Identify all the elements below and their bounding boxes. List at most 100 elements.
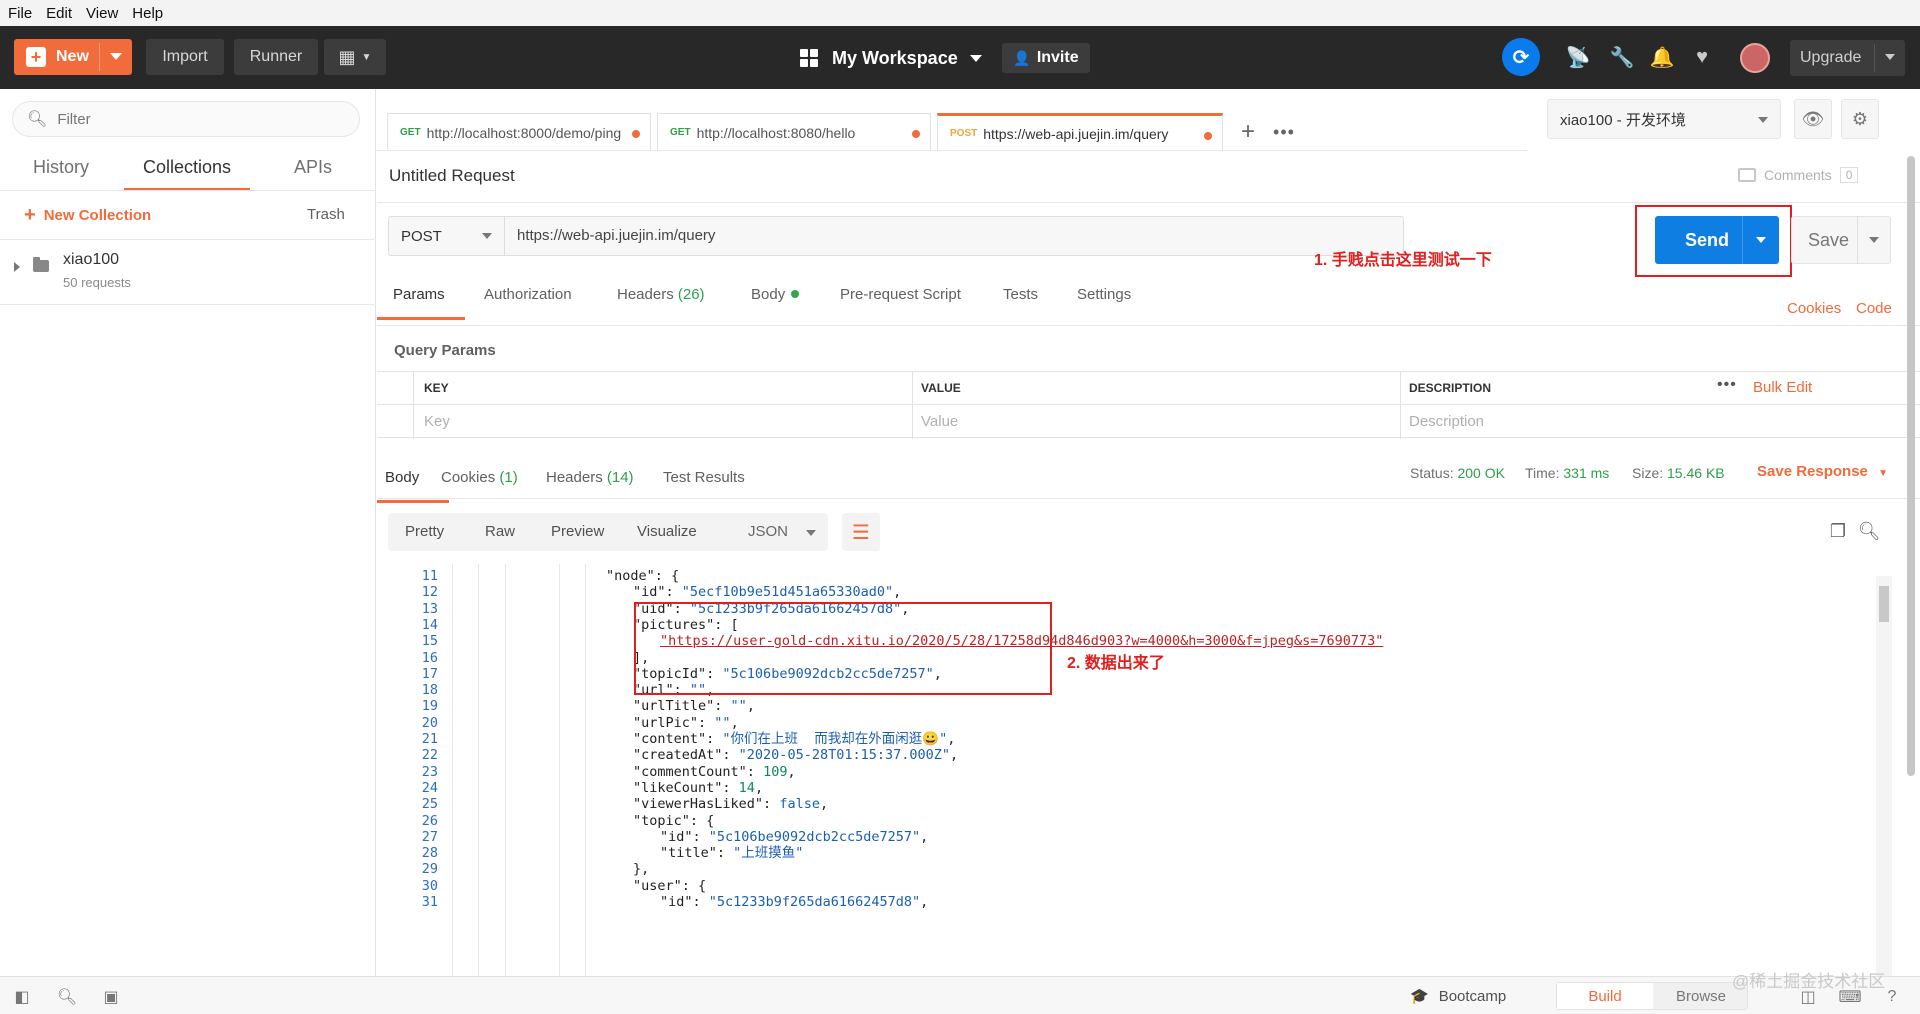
save-button[interactable]: Save: [1791, 216, 1891, 264]
expand-icon[interactable]: [14, 262, 20, 272]
bootcamp-button[interactable]: 🎓 Bootcamp: [1410, 987, 1507, 1006]
param-description-input[interactable]: Description: [1409, 413, 1484, 430]
tab-tests[interactable]: Tests: [1003, 286, 1038, 320]
wrap-lines-icon[interactable]: ☰: [842, 513, 880, 551]
more-icon[interactable]: •••: [1267, 115, 1301, 149]
invite-button[interactable]: 👤 Invite: [1002, 43, 1090, 73]
copy-icon[interactable]: ❐: [1826, 519, 1850, 543]
tab-apis[interactable]: APIs: [294, 151, 332, 191]
method-badge: GET: [400, 127, 421, 138]
tab-history[interactable]: History: [33, 151, 89, 191]
trash-link[interactable]: Trash: [307, 206, 345, 223]
menu-edit[interactable]: Edit: [46, 5, 72, 22]
request-tab-url: https://web-api.juejin.im/query: [983, 125, 1169, 142]
bell-icon[interactable]: 🔔: [1649, 44, 1675, 70]
response-code-view[interactable]: 11 "node": {12 "id": "5ecf10b9e51d451a6533…: [388, 564, 1878, 976]
format-visualize[interactable]: Visualize: [637, 523, 697, 540]
format-raw[interactable]: Raw: [485, 523, 515, 540]
menu-file[interactable]: File: [8, 5, 32, 22]
tab-authorization[interactable]: Authorization: [484, 286, 572, 320]
workspace-label: My Workspace: [832, 47, 958, 68]
response-size: Size: 15.46 KB: [1632, 465, 1725, 481]
param-key-input[interactable]: Key: [424, 413, 450, 430]
sync-icon[interactable]: ⟳: [1502, 38, 1540, 76]
format-pretty[interactable]: Pretty: [405, 523, 444, 540]
request-tab-url: http://localhost:8080/hello: [696, 124, 856, 141]
heart-icon[interactable]: ♥: [1689, 44, 1715, 70]
chevron-down-icon[interactable]: [1869, 237, 1879, 243]
import-button[interactable]: Import: [146, 39, 224, 75]
tab-collections[interactable]: Collections: [124, 151, 250, 191]
tab-body[interactable]: Body: [751, 286, 800, 320]
request-tab[interactable]: GET http://localhost:8080/hello: [657, 113, 931, 151]
filter-input[interactable]: [57, 110, 338, 128]
request-subtabs: Params Authorization Headers (26) Body P…: [377, 286, 1920, 320]
chevron-down-icon[interactable]: [1756, 237, 1766, 243]
eye-icon[interactable]: 👁︎: [1794, 99, 1832, 139]
chevron-down-icon[interactable]: [1885, 54, 1895, 60]
avatar[interactable]: [1740, 43, 1770, 73]
environment-selector[interactable]: xiao100 - 开发环境: [1547, 99, 1781, 139]
more-icon[interactable]: •••: [1717, 376, 1737, 394]
tab-headers[interactable]: Headers (26): [617, 286, 705, 320]
collection-item[interactable]: xiao100 50 requests: [0, 239, 376, 305]
new-dropdown-icon[interactable]: [110, 53, 122, 60]
menu-help[interactable]: Help: [132, 5, 163, 22]
chevron-down-icon: ▼: [1878, 468, 1888, 479]
tab-prerequest-script[interactable]: Pre-request Script: [840, 286, 961, 320]
comments-button[interactable]: Comments 0: [1738, 167, 1859, 183]
request-tab-active[interactable]: POST https://web-api.juejin.im/query: [937, 113, 1223, 151]
chevron-down-icon: [482, 233, 492, 239]
wrench-icon[interactable]: 🔧: [1609, 44, 1635, 70]
find-icon[interactable]: 🔍︎: [57, 987, 77, 1007]
satellite-icon[interactable]: 📡: [1565, 44, 1591, 70]
search-icon[interactable]: 🔍︎: [1857, 519, 1881, 543]
main-scrollbar[interactable]: [1907, 156, 1915, 776]
bootcamp-label: Bootcamp: [1438, 987, 1507, 1005]
tab-params[interactable]: Params: [377, 286, 465, 320]
status-dot: [791, 290, 800, 298]
annotation-box-data: [634, 602, 1052, 695]
save-response-button[interactable]: Save Response ▼: [1757, 463, 1888, 480]
cookies-link[interactable]: Cookies: [1787, 300, 1841, 317]
upgrade-button[interactable]: Upgrade: [1790, 40, 1905, 76]
invite-label: Invite: [1036, 49, 1079, 66]
tab-settings[interactable]: Settings: [1077, 286, 1131, 320]
sidebar-toggle-icon[interactable]: ◧: [12, 987, 32, 1007]
method-badge: GET: [670, 127, 691, 138]
format-type-select[interactable]: JSON: [736, 513, 828, 551]
request-tab-url: http://localhost:8000/demo/ping: [426, 124, 622, 141]
format-preview[interactable]: Preview: [551, 523, 604, 540]
column-header-description: DESCRIPTION: [1409, 381, 1492, 395]
menu-view[interactable]: View: [86, 5, 118, 22]
url-input[interactable]: https://web-api.juejin.im/query: [517, 227, 715, 244]
add-user-icon: 👤: [1013, 49, 1031, 66]
runner-button[interactable]: Runner: [234, 39, 318, 75]
environment-label: xiao100 - 开发环境: [1560, 111, 1686, 129]
console-icon[interactable]: ▣: [101, 987, 121, 1007]
send-button[interactable]: Send: [1655, 216, 1779, 264]
workspace-selector[interactable]: My Workspace: [800, 40, 982, 76]
new-button[interactable]: + New: [14, 39, 132, 75]
collection-name: xiao100: [63, 251, 120, 268]
add-tab-icon[interactable]: +: [1233, 115, 1263, 149]
new-window-button[interactable]: ▦ ▼: [324, 39, 386, 75]
gear-icon[interactable]: ⚙: [1841, 99, 1879, 139]
build-button[interactable]: Build: [1557, 983, 1653, 1009]
code-text: "id": "5c1233b9f265da61662457d8",: [660, 894, 929, 910]
build-browse-toggle: Build Browse: [1556, 982, 1748, 1010]
code-link[interactable]: Code: [1856, 300, 1892, 317]
unsaved-dot: [632, 130, 640, 138]
save-label: Save: [1808, 229, 1850, 250]
workspace-grid-icon: [800, 49, 818, 67]
request-tab[interactable]: GET http://localhost:8000/demo/ping: [387, 113, 651, 151]
new-collection-button[interactable]: + New Collection: [24, 204, 151, 227]
bulk-edit-link[interactable]: Bulk Edit: [1753, 379, 1812, 396]
new-collection-label: New Collection: [43, 207, 152, 224]
request-title[interactable]: Untitled Request: [389, 166, 515, 186]
param-value-input[interactable]: Value: [921, 413, 958, 430]
code-scrollbar[interactable]: [1876, 576, 1892, 976]
unsaved-dot: [1204, 132, 1212, 140]
method-select[interactable]: POST: [389, 217, 505, 255]
filter-box[interactable]: 🔍︎: [12, 101, 360, 137]
